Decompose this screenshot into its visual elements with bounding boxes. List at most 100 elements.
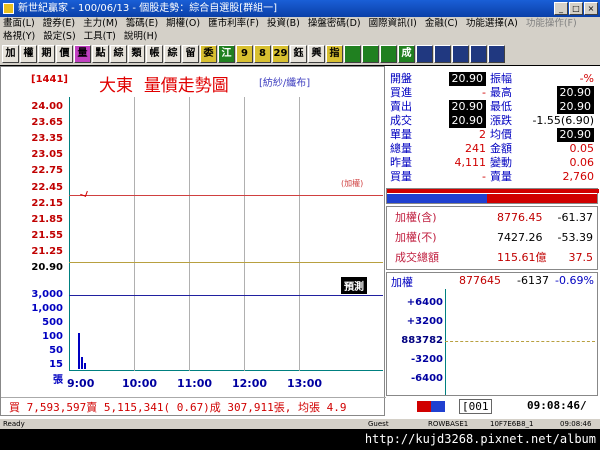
toolbar-button[interactable]: 8 — [254, 45, 271, 63]
quote-row: 單量 2 均價 20.90 — [386, 128, 598, 142]
window-title: 新世紀贏家 - 100/06/13 - 個股走勢：綜合自選股[群組一] — [18, 3, 278, 14]
toolbar-button[interactable] — [488, 45, 505, 63]
mini-axis-line — [445, 289, 446, 395]
toolbar-button[interactable]: 江 — [218, 45, 235, 63]
time-tick-label: 13:00 — [287, 377, 323, 390]
menu-item[interactable]: 匯市利率(F) — [208, 17, 259, 30]
quote-row: 昨量 4,111 變動 0.06 — [390, 156, 595, 169]
toolbar-button[interactable]: 期 — [38, 45, 55, 63]
toolbar-button[interactable]: 綜 — [110, 45, 127, 63]
total-volume: 241 — [465, 142, 486, 155]
menu-item[interactable]: 操盤密碼(D) — [308, 17, 361, 30]
volume-tick-label: 1,000 — [31, 303, 63, 314]
menu-item[interactable]: 籌碼(E) — [126, 17, 158, 30]
mini-percent: -0.69% — [555, 274, 594, 287]
menu-item[interactable]: 投資(B) — [267, 17, 300, 30]
quote-row: 開盤 20.90 振幅 -% — [390, 72, 594, 86]
volume-change: 0.06 — [569, 156, 595, 169]
toolbar-button[interactable]: 權 — [20, 45, 37, 63]
menu-item[interactable]: 說明(H) — [124, 30, 158, 43]
toolbar-button[interactable]: 9 — [236, 45, 253, 63]
toolbar: 加權期價量點綜類帳綜留委江 9 8 29 鈺興指成 — [0, 43, 600, 65]
menu-item[interactable]: 證券(E) — [43, 17, 75, 30]
amount: 0.05 — [569, 142, 595, 155]
menu-item[interactable]: 工具(T) — [84, 30, 116, 43]
status-user: Guest — [368, 420, 389, 428]
index-row: 加權(不) 7427.26 -53.39 — [387, 229, 597, 247]
menu-row-main: 畫面(L) 證券(E) 主力(M) 籌碼(E) 期權(O) 匯市利率(F) 投資(B) 操盤密… — [0, 17, 600, 30]
toolbar-button[interactable]: 點 — [92, 45, 109, 63]
toolbar-button[interactable]: 價 — [56, 45, 73, 63]
price-tick-label: 20.90 — [31, 262, 63, 273]
mini-tick-label: -3200 — [411, 354, 443, 365]
volume-tick-label: 100 — [42, 331, 63, 342]
quote-row: 賣出 20.90 最低 20.90 — [386, 100, 598, 114]
toolbar-button[interactable] — [470, 45, 487, 63]
toolbar-button[interactable] — [452, 45, 469, 63]
title-bar: 新世紀贏家 - 100/06/13 - 個股走勢：綜合自選股[群組一] _ □ … — [0, 0, 600, 17]
ask-price: 20.90 — [448, 100, 486, 114]
buy-sell-ratio-bar — [386, 188, 599, 204]
app-window: 新世紀贏家 - 100/06/13 - 個股走勢：綜合自選股[群組一] _ □ … — [0, 0, 600, 450]
maximize-button[interactable]: □ — [569, 2, 583, 15]
index-panel: 加權(含) 8776.45 -61.37 加權(不) 7427.26 -53.39 成交… — [386, 206, 598, 270]
menu-item[interactable]: 主力(M) — [83, 17, 118, 30]
mini-tick-label: 883782 — [401, 335, 443, 346]
chart-name: 量價走勢圖 — [143, 76, 229, 96]
price-tick-label: 22.15 — [31, 197, 63, 209]
toolbar-button[interactable]: 指 — [326, 45, 343, 63]
single-volume: 2 — [479, 128, 486, 141]
time-gridline — [134, 97, 135, 371]
toolbar-button[interactable]: 委 — [200, 45, 217, 63]
sell-volume: 2,760 — [562, 170, 595, 183]
index-incl-change: -61.37 — [557, 211, 593, 224]
toolbar-button[interactable]: 加 — [2, 45, 19, 63]
toolbar-button[interactable] — [344, 45, 361, 63]
time-tick-label: 11:00 — [177, 377, 213, 390]
toolbar-button[interactable]: 量 — [74, 45, 91, 63]
index-excl-change: -53.39 — [557, 231, 593, 244]
reference-price-line — [69, 262, 383, 263]
status-session: 10F7E6B8_1 — [490, 420, 534, 428]
toolbar-button[interactable] — [416, 45, 433, 63]
index-incl-value: 8776.45 — [497, 211, 543, 224]
volume-bar — [84, 363, 86, 369]
dealer-forecast-badge[interactable]: 預測 — [341, 277, 367, 294]
sell-indicator — [431, 401, 445, 412]
counter-field[interactable]: [001 — [459, 399, 492, 414]
minimize-button[interactable]: _ — [554, 2, 568, 15]
clock: 09:08:46/ — [527, 399, 587, 412]
chart-title: 大東 量價走勢圖 — [99, 71, 229, 96]
toolbar-button[interactable]: 興 — [308, 45, 325, 63]
price-tick-label: 24.00 — [31, 101, 63, 112]
menu-item[interactable]: 金融(C) — [425, 17, 458, 30]
index-row: 加權(含) 8776.45 -61.37 — [387, 209, 597, 227]
menu-item[interactable]: 期權(O) — [166, 17, 200, 30]
menu-item[interactable]: 國際資訊(I) — [369, 17, 417, 30]
menu-item[interactable]: 功能選擇(A) — [466, 17, 518, 30]
toolbar-button[interactable]: 綜 — [164, 45, 181, 63]
time-gridline — [244, 97, 245, 371]
main-content: [1441] 大東 量價走勢圖 [紡紗/纖布] 24.00 23.65 23.35 2… — [0, 66, 600, 418]
plot-area[interactable] — [69, 97, 383, 371]
mini-label: 加權 — [391, 276, 413, 289]
toolbar-button[interactable] — [362, 45, 379, 63]
toolbar-button[interactable]: 帳 — [146, 45, 163, 63]
menu-item[interactable]: 畫面(L) — [3, 17, 35, 30]
high-price: 20.90 — [556, 86, 594, 100]
index-mini-chart[interactable]: 加權 877645 -6137 -0.69% +6400 +3200 883782 -… — [386, 272, 598, 396]
close-button[interactable]: × — [584, 2, 598, 15]
toolbar-button[interactable]: 類 — [128, 45, 145, 63]
mini-tick-label: +3200 — [406, 316, 443, 327]
toolbar-button[interactable]: 成 — [398, 45, 415, 63]
quote-row: 買進 - 最高 20.90 — [386, 86, 598, 100]
toolbar-button[interactable] — [434, 45, 451, 63]
menu-item[interactable]: 設定(S) — [43, 30, 75, 43]
toolbar-button[interactable]: 29 — [272, 45, 289, 63]
industry-tag: [紡紗/纖布] — [259, 78, 311, 89]
toolbar-button[interactable]: 鈺 — [290, 45, 307, 63]
menu-item[interactable]: 格視(Y) — [3, 30, 35, 43]
toolbar-button[interactable] — [380, 45, 397, 63]
toolbar-button[interactable]: 留 — [182, 45, 199, 63]
price-tick-label: 23.65 — [31, 117, 63, 129]
